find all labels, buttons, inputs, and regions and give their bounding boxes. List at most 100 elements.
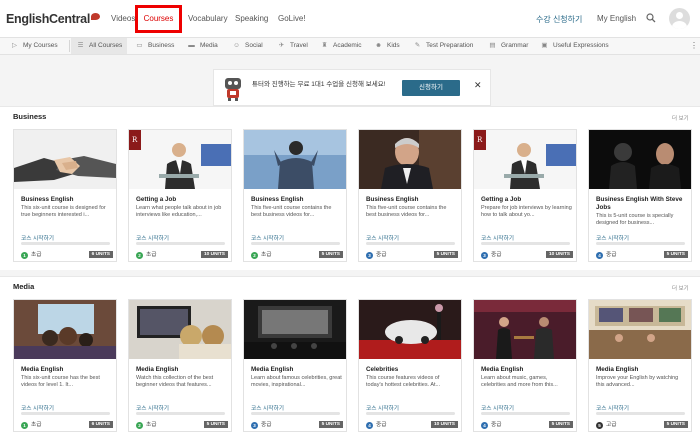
subnav-media[interactable]: ▬ Media xyxy=(187,38,217,54)
nav-courses[interactable]: Courses xyxy=(135,5,182,33)
play-circle-icon: ▷ xyxy=(12,42,17,49)
close-icon[interactable]: ✕ xyxy=(474,80,482,91)
units-badge: 10 UNITS xyxy=(545,251,573,258)
units-badge: 6 UNITS xyxy=(88,251,113,258)
start-course-link[interactable]: 코스 시작하기 xyxy=(481,403,514,412)
course-description: This five-unit course contains the best … xyxy=(366,205,447,218)
level-indicator: 4 중급 xyxy=(596,249,616,259)
pencil-icon: ✎ xyxy=(414,42,421,49)
start-course-link[interactable]: 코스 시작하기 xyxy=(251,233,284,242)
course-title: Business English xyxy=(366,196,419,203)
progress-bar xyxy=(21,242,110,245)
subnav-social[interactable]: ☺ Social xyxy=(232,38,263,54)
course-title: Media English xyxy=(481,366,524,373)
course-card[interactable]: 5 UNITS Business English This five-unit … xyxy=(243,129,347,262)
subnav-all-courses[interactable]: ☰ All Courses xyxy=(71,38,128,54)
course-card[interactable]: 6 UNITS Media English This six-unit cour… xyxy=(13,299,117,432)
course-card[interactable]: 5 UNITS Media English Watch this collect… xyxy=(128,299,232,432)
course-thumbnail: R xyxy=(474,130,576,189)
level-indicator: 1 초급 xyxy=(21,249,41,259)
tutor-banner: 튜터와 진행하는 무료 1대1 수업을 신청해 보세요! 신청하기 ✕ xyxy=(213,69,491,106)
subnav-kids[interactable]: ☻ Kids xyxy=(374,38,400,54)
course-description: This six-unit course has the best videos… xyxy=(21,375,100,388)
people-icon: ☺ xyxy=(233,42,240,49)
units-badge: 5 UNITS xyxy=(433,251,458,258)
start-course-link[interactable]: 코스 시작하기 xyxy=(21,403,54,412)
start-course-link[interactable]: 코스 시작하기 xyxy=(366,233,399,242)
nav-golive[interactable]: GoLive! xyxy=(278,14,306,23)
level-indicator: 5 고급 xyxy=(596,419,616,429)
more-menu-icon[interactable]: ⋮ xyxy=(690,41,698,50)
course-card[interactable]: 5 UNITS Media English Improve your Engli… xyxy=(588,299,692,432)
progress-bar xyxy=(251,412,340,415)
start-course-link[interactable]: 코스 시작하기 xyxy=(481,233,514,242)
progress-bar xyxy=(21,412,110,415)
course-thumbnail xyxy=(589,300,691,359)
nav-vocabulary[interactable]: Vocabulary xyxy=(188,14,228,23)
section-business: Business 더 보기 6 UNITS Business English T… xyxy=(0,106,700,270)
start-course-link[interactable]: 코스 시작하기 xyxy=(21,233,54,242)
film-icon: ▬ xyxy=(188,42,195,49)
see-more-link[interactable]: 더 보기 xyxy=(672,284,689,292)
course-thumbnail xyxy=(14,300,116,359)
enroll-link[interactable]: 수강 신청하기 xyxy=(536,14,582,25)
units-badge: 5 UNITS xyxy=(318,251,343,258)
start-course-link[interactable]: 코스 시작하기 xyxy=(136,403,169,412)
user-avatar-icon[interactable] xyxy=(669,8,690,29)
level-number: 2 xyxy=(136,422,143,429)
subnav-my-courses[interactable]: ▷ My Courses xyxy=(10,38,58,54)
level-indicator: 1 초급 xyxy=(21,419,41,429)
level-number: 3 xyxy=(481,252,488,259)
level-indicator: 3 중급 xyxy=(366,249,386,259)
units-badge: 5 UNITS xyxy=(203,421,228,428)
progress-bar xyxy=(366,412,455,415)
course-card[interactable]: 6 UNITS Business English This six-unit c… xyxy=(13,129,117,262)
progress-bar xyxy=(251,242,340,245)
level-indicator: 3 중급 xyxy=(481,249,501,259)
course-title: Business English xyxy=(21,196,74,203)
search-icon[interactable] xyxy=(646,13,656,23)
subnav-academic[interactable]: ♜ Academic xyxy=(320,38,362,54)
my-english-link[interactable]: My English xyxy=(597,14,636,23)
course-description: Improve your English by watching this ad… xyxy=(596,375,679,388)
level-number: 3 xyxy=(251,422,258,429)
nav-speaking[interactable]: Speaking xyxy=(235,14,268,23)
progress-bar xyxy=(596,412,685,415)
start-course-link[interactable]: 코스 시작하기 xyxy=(596,403,629,412)
start-course-link[interactable]: 코스 시작하기 xyxy=(366,403,399,412)
course-card[interactable]: 10 UNITS Celebrities This course feature… xyxy=(358,299,462,432)
course-card[interactable]: R 10 UNITS Getting a Job Prepare for job… xyxy=(473,129,577,262)
level-number: 2 xyxy=(136,252,143,259)
course-description: This course features videos of today's h… xyxy=(366,375,441,388)
level-number: 2 xyxy=(251,252,258,259)
subnav-test-preparation[interactable]: ✎ Test Preparation xyxy=(413,38,474,54)
briefcase-icon: ▭ xyxy=(136,42,143,49)
start-course-link[interactable]: 코스 시작하기 xyxy=(596,233,629,242)
course-card[interactable]: 5 UNITS Media English Learn about famous… xyxy=(243,299,347,432)
course-description: This six-unit course is designed for tru… xyxy=(21,205,106,218)
course-card[interactable]: 5 UNITS Business English This five-unit … xyxy=(358,129,462,262)
book-icon: ▤ xyxy=(489,42,496,49)
apply-button[interactable]: 신청하기 xyxy=(402,80,460,96)
course-card[interactable]: 5 UNITS Business English With Steve Jobs… xyxy=(588,129,692,262)
divider xyxy=(69,40,70,52)
nav-videos[interactable]: Videos xyxy=(111,14,135,23)
units-badge: 6 UNITS xyxy=(88,421,113,428)
course-thumbnail xyxy=(129,300,231,359)
logo[interactable]: EnglishCentral xyxy=(6,12,101,26)
subnav-useful-expressions[interactable]: ▣ Useful Expressions xyxy=(540,38,608,54)
subnav-grammar[interactable]: ▤ Grammar xyxy=(488,38,528,54)
units-badge: 10 UNITS xyxy=(430,421,458,428)
see-more-link[interactable]: 더 보기 xyxy=(672,114,689,122)
graduation-cap-icon: ♜ xyxy=(321,42,328,49)
section-title: Media xyxy=(13,282,35,291)
course-card[interactable]: 5 UNITS Media English Learn about music,… xyxy=(473,299,577,432)
subnav-travel[interactable]: ✈ Travel xyxy=(277,38,308,54)
start-course-link[interactable]: 코스 시작하기 xyxy=(251,403,284,412)
course-thumbnail xyxy=(359,130,461,189)
course-title: Getting a Job xyxy=(136,196,177,203)
start-course-link[interactable]: 코스 시작하기 xyxy=(136,233,169,242)
course-card[interactable]: R 10 UNITS Getting a Job Learn what peop… xyxy=(128,129,232,262)
subnav-business[interactable]: ▭ Business xyxy=(135,38,174,54)
level-indicator: 2 초급 xyxy=(136,249,156,259)
